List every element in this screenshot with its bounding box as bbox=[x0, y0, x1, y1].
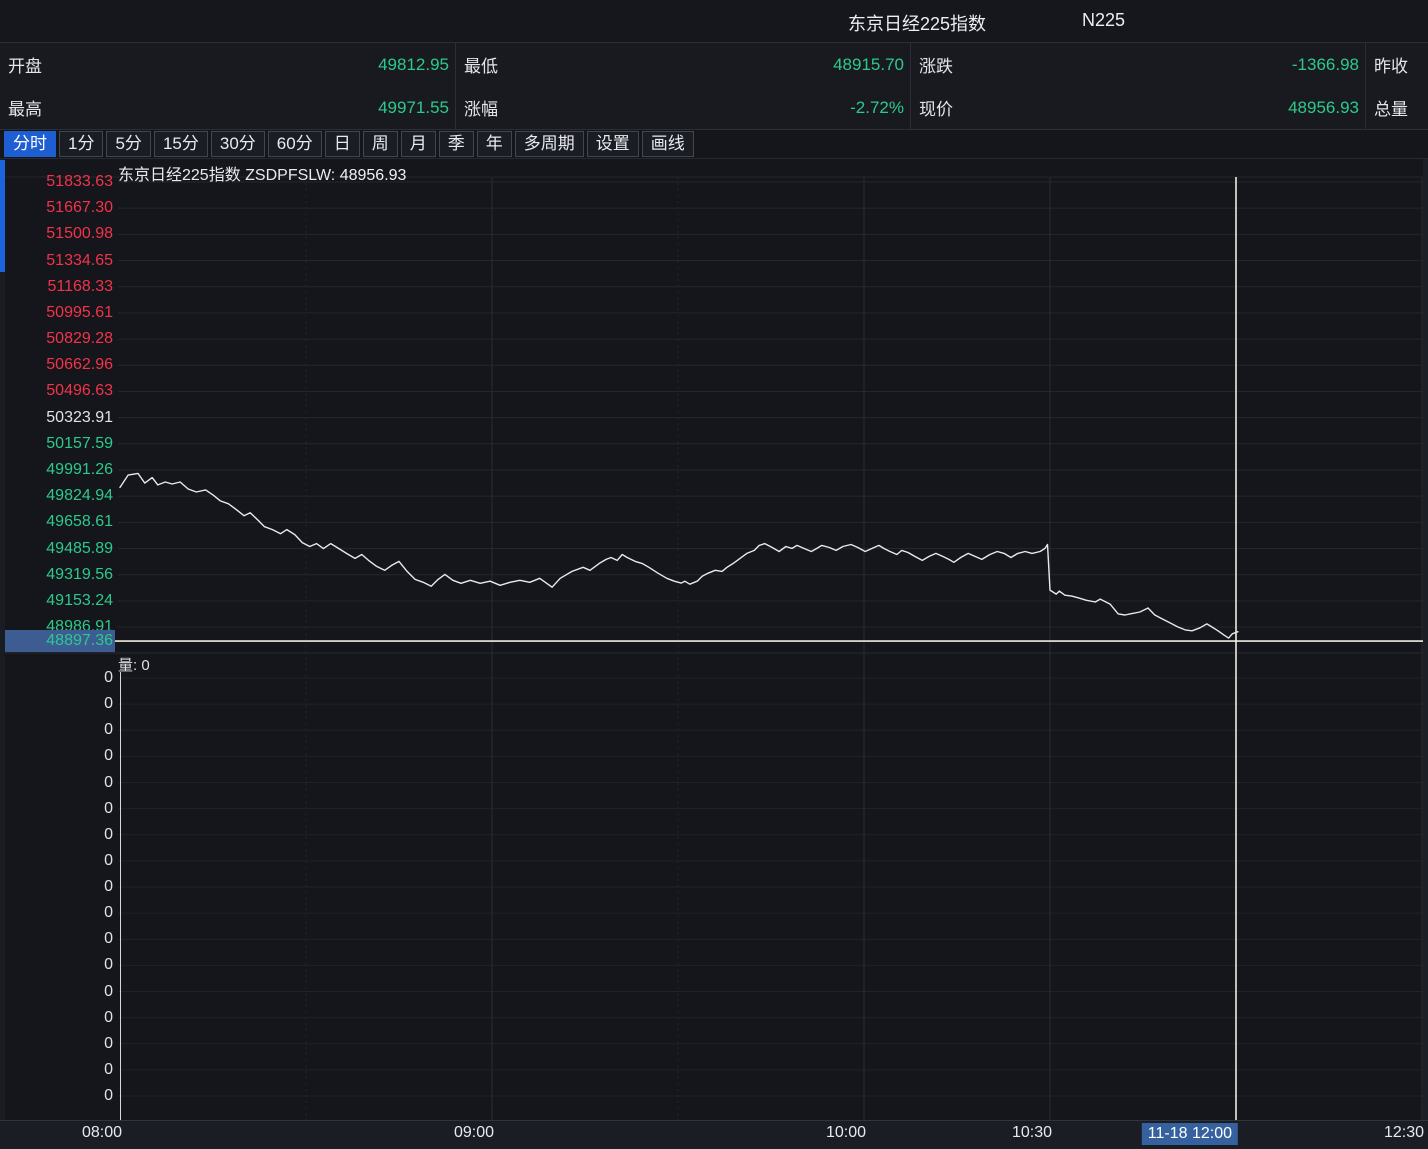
volume-tick-label: 0 bbox=[0, 667, 113, 689]
volume-tick-label: 0 bbox=[0, 1007, 113, 1029]
volume-tick-label: 0 bbox=[0, 798, 113, 820]
overlay-instrument-name: 东京日经225指数 bbox=[118, 167, 241, 184]
price-tick-label: 51833.63 bbox=[0, 171, 113, 193]
price-tick-label: 51667.30 bbox=[0, 197, 113, 219]
price-tick-label: 49319.56 bbox=[0, 564, 113, 586]
volume-tick-label: 0 bbox=[0, 719, 113, 741]
price-tick-label: 49824.94 bbox=[0, 485, 113, 507]
price-tick-label: 50157.59 bbox=[0, 433, 113, 455]
chart-canvas[interactable]: 东京日经225指数 ZSDPFSLW: 48956.93 51833.63 516… bbox=[0, 0, 1428, 1149]
price-tick-label: 51500.98 bbox=[0, 223, 113, 245]
volume-tick-label: 0 bbox=[0, 1033, 113, 1055]
time-axis-label: 12:30 bbox=[1384, 1124, 1424, 1142]
volume-tick-label: 0 bbox=[0, 1059, 113, 1081]
volume-tick-label: 0 bbox=[0, 745, 113, 767]
volume-tick-label: 0 bbox=[0, 928, 113, 950]
price-line bbox=[120, 473, 1238, 638]
price-tick-label: 49153.24 bbox=[0, 590, 113, 612]
volume-tick-label: 0 bbox=[0, 876, 113, 898]
crosshair-time-badge: 11-18 12:00 bbox=[1142, 1123, 1238, 1145]
crosshair-price-badge: 48897.36 bbox=[0, 630, 115, 652]
price-tick-label: 50995.61 bbox=[0, 302, 113, 324]
time-axis-label: 08:00 bbox=[82, 1124, 122, 1142]
price-tick-label: 50496.63 bbox=[0, 380, 113, 402]
price-tick-label: 51334.65 bbox=[0, 250, 113, 272]
price-tick-label: 50323.91 bbox=[0, 407, 113, 429]
price-tick-label: 49991.26 bbox=[0, 459, 113, 481]
left-scrollbar-track[interactable] bbox=[0, 159, 5, 1120]
chart-overlay-title: 东京日经225指数 ZSDPFSLW: 48956.93 bbox=[118, 161, 406, 185]
time-axis-label: 10:00 bbox=[826, 1124, 866, 1142]
right-scrollbar-track[interactable] bbox=[1423, 159, 1428, 1120]
time-axis-label: 09:00 bbox=[454, 1124, 494, 1142]
time-axis-label: 10:30 bbox=[1012, 1124, 1052, 1142]
volume-tick-label: 0 bbox=[0, 693, 113, 715]
volume-tick-label: 0 bbox=[0, 824, 113, 846]
volume-tick-label: 0 bbox=[0, 954, 113, 976]
overlay-last-value: 48956.93 bbox=[340, 167, 407, 184]
price-tick-label: 51168.33 bbox=[0, 276, 113, 298]
price-tick-label: 50662.96 bbox=[0, 354, 113, 376]
price-tick-label: 49485.89 bbox=[0, 538, 113, 560]
volume-tick-label: 0 bbox=[0, 1085, 113, 1107]
price-tick-label: 49658.61 bbox=[0, 511, 113, 533]
volume-tick-label: 0 bbox=[0, 981, 113, 1003]
price-tick-label: 50829.28 bbox=[0, 328, 113, 350]
time-axis: 08:00 09:00 10:00 10:30 11-18 12:00 12:30 bbox=[0, 1120, 1428, 1149]
volume-tick-label: 0 bbox=[0, 902, 113, 924]
volume-tick-label: 0 bbox=[0, 850, 113, 872]
overlay-series-tag: ZSDPFSLW: bbox=[245, 167, 335, 184]
left-scrollbar-thumb[interactable] bbox=[0, 160, 5, 272]
volume-readout: 量: 0 bbox=[118, 654, 150, 675]
volume-tick-label: 0 bbox=[0, 772, 113, 794]
